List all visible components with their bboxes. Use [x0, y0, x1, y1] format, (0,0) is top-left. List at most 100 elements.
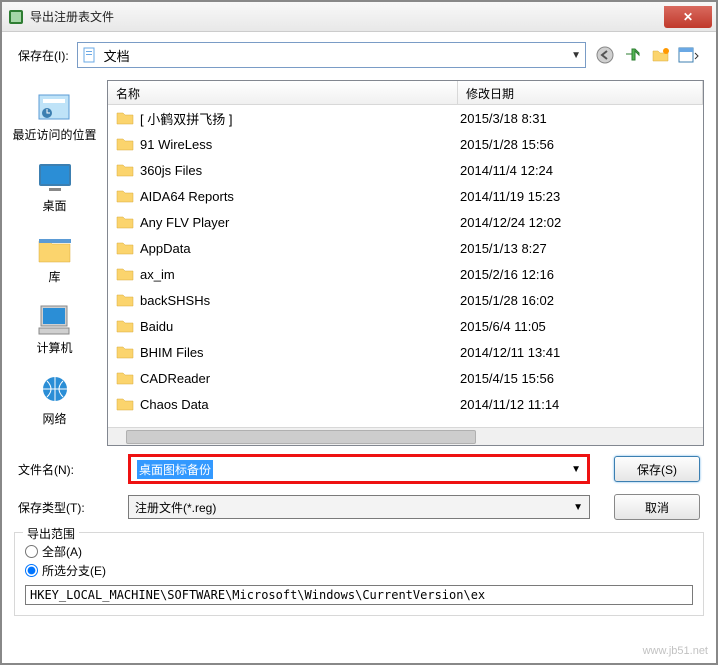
- file-name: [ 小鹤双拼飞扬 ]: [140, 109, 460, 128]
- file-date: 2015/1/13 8:27: [460, 241, 547, 256]
- up-icon: [624, 46, 642, 64]
- file-row[interactable]: CADReader2015/4/15 15:56: [108, 365, 703, 391]
- file-name: ax_im: [140, 267, 460, 282]
- file-name: 360js Files: [140, 163, 460, 178]
- horizontal-scrollbar[interactable]: [108, 427, 703, 445]
- filename-value: 桌面图标备份: [137, 460, 213, 479]
- desktop-icon: [35, 160, 75, 196]
- file-name: AppData: [140, 241, 460, 256]
- file-row[interactable]: Any FLV Player2014/12/24 12:02: [108, 209, 703, 235]
- sidebar-item-computer[interactable]: 计算机: [2, 297, 107, 368]
- file-name: CADReader: [140, 371, 460, 386]
- filetype-label: 保存类型(T):: [18, 499, 128, 516]
- file-date: 2015/2/16 12:16: [460, 267, 554, 282]
- filename-label: 文件名(N):: [18, 461, 128, 478]
- folder-icon: [116, 369, 134, 387]
- radio-all[interactable]: 全部(A): [25, 543, 693, 560]
- new-folder-button[interactable]: [650, 44, 672, 66]
- documents-folder-icon: [82, 47, 98, 63]
- folder-icon: [116, 395, 134, 413]
- sidebar-item-label: 库: [48, 268, 60, 285]
- sidebar-item-network[interactable]: 网络: [2, 368, 107, 439]
- save-in-value: 文档: [104, 46, 571, 65]
- chevron-down-icon: ▼: [571, 50, 581, 61]
- sidebar-item-desktop[interactable]: 桌面: [2, 155, 107, 226]
- filename-combobox[interactable]: 桌面图标备份 ▼: [128, 454, 590, 484]
- column-header-date[interactable]: 修改日期: [458, 81, 703, 104]
- folder-icon: [116, 317, 134, 335]
- radio-all-label: 全部(A): [42, 543, 82, 560]
- file-row[interactable]: [ 小鹤双拼飞扬 ]2015/3/18 8:31: [108, 105, 703, 131]
- file-date: 2015/1/28 16:02: [460, 293, 554, 308]
- file-date: 2014/11/19 15:23: [460, 189, 560, 204]
- file-date: 2014/11/4 12:24: [460, 163, 553, 178]
- branch-path-input[interactable]: [25, 585, 693, 605]
- file-date: 2014/12/24 12:02: [460, 215, 561, 230]
- view-menu-button[interactable]: [678, 44, 700, 66]
- cancel-button[interactable]: 取消: [614, 494, 700, 520]
- file-name: backSHSHs: [140, 293, 460, 308]
- close-button[interactable]: ✕: [664, 6, 712, 28]
- back-button[interactable]: [594, 44, 616, 66]
- sidebar-item-recent[interactable]: 最近访问的位置: [2, 84, 107, 155]
- back-icon: [596, 46, 614, 64]
- save-in-label: 保存在(I):: [18, 47, 69, 64]
- sidebar-item-label: 网络: [42, 410, 66, 427]
- sidebar-item-libraries[interactable]: 库: [2, 226, 107, 297]
- file-row[interactable]: backSHSHs2015/1/28 16:02: [108, 287, 703, 313]
- export-range-legend: 导出范围: [23, 525, 79, 542]
- file-name: Chaos Data: [140, 397, 460, 412]
- file-row[interactable]: AIDA64 Reports2014/11/19 15:23: [108, 183, 703, 209]
- file-row[interactable]: Baidu2015/6/4 11:05: [108, 313, 703, 339]
- file-row[interactable]: 360js Files2014/11/4 12:24: [108, 157, 703, 183]
- recent-places-icon: [35, 89, 75, 125]
- folder-icon: [116, 343, 134, 361]
- radio-all-input[interactable]: [25, 545, 38, 558]
- file-date: 2015/6/4 11:05: [460, 319, 546, 334]
- network-icon: [35, 373, 75, 409]
- computer-icon: [35, 302, 75, 338]
- close-icon: ✕: [683, 10, 693, 24]
- file-row[interactable]: AppData2015/1/13 8:27: [108, 235, 703, 261]
- folder-icon: [116, 291, 134, 309]
- folder-icon: [116, 109, 134, 127]
- export-range-group: 导出范围 全部(A) 所选分支(E): [14, 532, 704, 616]
- file-list[interactable]: [ 小鹤双拼飞扬 ]2015/3/18 8:3191 WireLess2015/…: [108, 105, 703, 427]
- file-row[interactable]: ax_im2015/2/16 12:16: [108, 261, 703, 287]
- file-date: 2015/1/28 15:56: [460, 137, 554, 152]
- folder-icon: [116, 187, 134, 205]
- sidebar-item-label: 桌面: [42, 197, 66, 214]
- file-name: BHIM Files: [140, 345, 460, 360]
- libraries-icon: [35, 231, 75, 267]
- file-row[interactable]: 91 WireLess2015/1/28 15:56: [108, 131, 703, 157]
- folder-icon: [116, 161, 134, 179]
- save-in-dropdown[interactable]: 文档 ▼: [77, 42, 586, 68]
- folder-icon: [116, 265, 134, 283]
- file-row[interactable]: BHIM Files2014/12/11 13:41: [108, 339, 703, 365]
- filetype-value: 注册文件(*.reg): [135, 499, 216, 516]
- file-name: Baidu: [140, 319, 460, 334]
- filetype-combobox[interactable]: 注册文件(*.reg) ▼: [128, 495, 590, 519]
- file-list-panel: 名称 修改日期 [ 小鹤双拼飞扬 ]2015/3/18 8:3191 WireL…: [107, 80, 704, 446]
- scrollbar-thumb[interactable]: [126, 430, 476, 444]
- file-date: 2014/11/12 11:14: [460, 397, 559, 412]
- sidebar-item-label: 最近访问的位置: [12, 126, 96, 143]
- column-header-name[interactable]: 名称: [108, 81, 458, 104]
- chevron-down-icon: ▼: [571, 464, 581, 475]
- radio-selected-label: 所选分支(E): [42, 562, 106, 579]
- new-folder-icon: [652, 46, 670, 64]
- view-icon: [678, 46, 700, 64]
- file-date: 2014/12/11 13:41: [460, 345, 560, 360]
- file-row[interactable]: Chaos Data2014/11/12 11:14: [108, 391, 703, 417]
- file-name: 91 WireLess: [140, 137, 460, 152]
- file-name: AIDA64 Reports: [140, 189, 460, 204]
- chevron-down-icon: ▼: [573, 502, 583, 513]
- radio-selected-branch[interactable]: 所选分支(E): [25, 562, 693, 579]
- radio-selected-input[interactable]: [25, 564, 38, 577]
- up-button[interactable]: [622, 44, 644, 66]
- folder-icon: [116, 239, 134, 257]
- save-button[interactable]: 保存(S): [614, 456, 700, 482]
- places-sidebar: 最近访问的位置 桌面 库 计算机 网络: [2, 78, 107, 446]
- file-date: 2015/3/18 8:31: [460, 111, 547, 126]
- file-name: Any FLV Player: [140, 215, 460, 230]
